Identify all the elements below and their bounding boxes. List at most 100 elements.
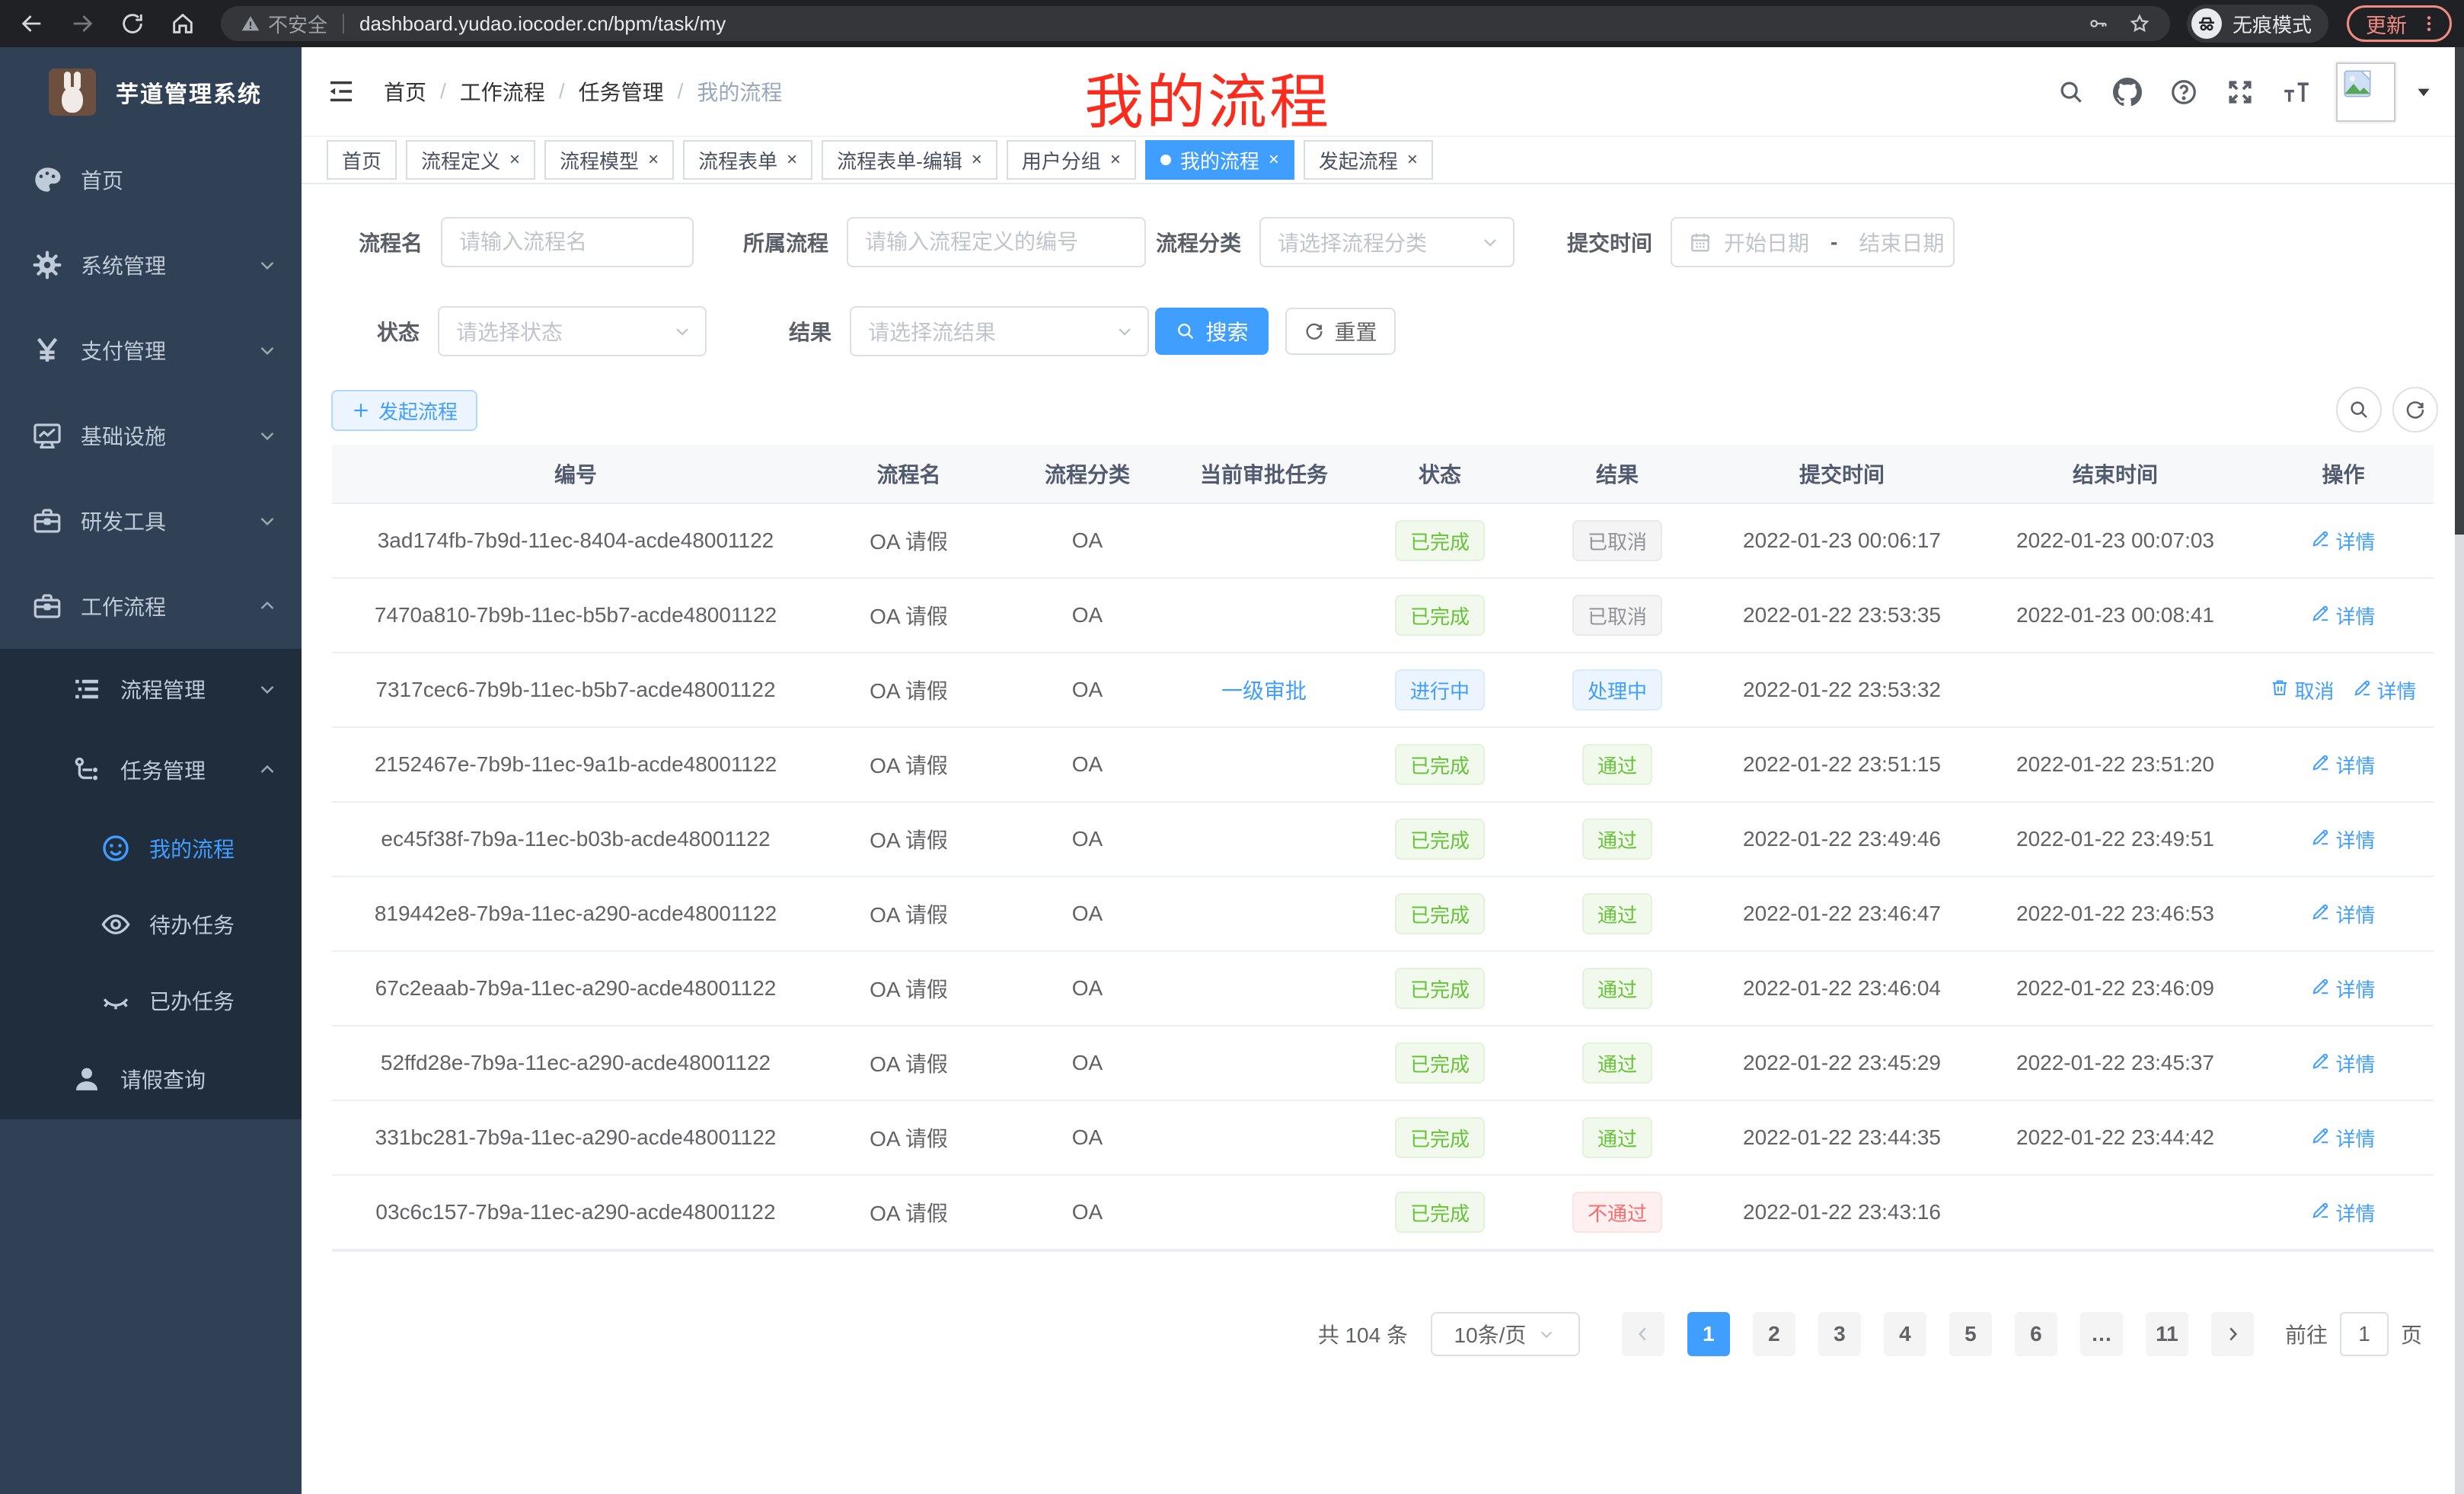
sidebar-item-6[interactable]: 流程管理 bbox=[0, 649, 302, 729]
column-header: 流程分类 bbox=[998, 458, 1176, 489]
close-icon[interactable]: × bbox=[648, 151, 659, 169]
process-input-field[interactable] bbox=[865, 230, 1128, 254]
sidebar-item-8[interactable]: 我的流程 bbox=[0, 810, 302, 886]
result-badge: 已取消 bbox=[1572, 595, 1662, 636]
prev-page-button[interactable] bbox=[1622, 1312, 1664, 1356]
status-select[interactable]: 请选择状态 bbox=[438, 306, 707, 356]
sidebar-item-2[interactable]: 支付管理 bbox=[0, 308, 302, 393]
filter-group-category: 流程分类 请选择流程分类 bbox=[1156, 217, 1514, 267]
tab-发起流程[interactable]: 发起流程 × bbox=[1304, 140, 1433, 180]
tab-流程定义[interactable]: 流程定义× bbox=[406, 140, 535, 180]
sidebar-item-3[interactable]: 基础设施 bbox=[0, 393, 302, 478]
sidebar-toggle-icon[interactable] bbox=[323, 73, 359, 110]
sidebar-item-11[interactable]: 请假查询 bbox=[0, 1039, 302, 1119]
window-scrollbar[interactable] bbox=[2455, 47, 2464, 1494]
font-size-icon[interactable] bbox=[2280, 75, 2313, 109]
url-text[interactable]: dashboard.yudao.iocoder.cn/bpm/task/my bbox=[359, 12, 2088, 36]
sidebar-item-1[interactable]: 系统管理 bbox=[0, 222, 302, 308]
sidebar-item-4[interactable]: 研发工具 bbox=[0, 478, 302, 563]
detail-action[interactable]: 详情 bbox=[2311, 825, 2375, 854]
close-icon[interactable]: × bbox=[1269, 151, 1279, 169]
show-search-toggle-button[interactable] bbox=[2336, 387, 2382, 433]
current-task-link[interactable]: 一级审批 bbox=[1221, 675, 1307, 705]
tab-流程表单-编辑[interactable]: 流程表单-编辑 × bbox=[822, 140, 997, 180]
search-icon[interactable] bbox=[2054, 75, 2088, 109]
tab-label: 发起流程 bbox=[1319, 146, 1398, 174]
tab-用户分组[interactable]: 用户分组× bbox=[1007, 140, 1136, 180]
tab-首页[interactable]: 首页 bbox=[327, 140, 397, 180]
breadcrumb-item[interactable]: 任务管理 bbox=[579, 76, 664, 107]
page-size-select[interactable]: 10条/页 bbox=[1431, 1312, 1580, 1356]
daterange-picker[interactable]: 开始日期 - 结束日期 bbox=[1671, 217, 1955, 267]
breadcrumb-item[interactable]: 首页 bbox=[384, 76, 426, 107]
goto-page-input[interactable] bbox=[2340, 1312, 2389, 1356]
cell-category: OA bbox=[998, 603, 1176, 627]
detail-action[interactable]: 详情 bbox=[2311, 602, 2375, 630]
detail-action[interactable]: 详情 bbox=[2311, 1049, 2375, 1077]
close-icon[interactable]: × bbox=[1110, 151, 1121, 169]
tab-我的流程[interactable]: 我的流程× bbox=[1145, 140, 1294, 180]
page-button-2[interactable]: 2 bbox=[1753, 1312, 1795, 1356]
security-indicator[interactable]: 不安全 bbox=[241, 10, 327, 38]
sidebar-item-7[interactable]: 任务管理 bbox=[0, 729, 302, 810]
page-button-11[interactable]: 11 bbox=[2146, 1312, 2188, 1356]
key-icon[interactable] bbox=[2088, 13, 2109, 34]
caret-down-icon[interactable] bbox=[2414, 82, 2434, 102]
sidebar-item-10[interactable]: 已办任务 bbox=[0, 962, 302, 1039]
logo-image bbox=[49, 69, 96, 116]
help-icon[interactable] bbox=[2167, 75, 2201, 109]
breadcrumb-item[interactable]: 工作流程 bbox=[460, 76, 545, 107]
detail-action[interactable]: 详情 bbox=[2311, 900, 2375, 928]
tab-流程表单[interactable]: 流程表单× bbox=[683, 140, 812, 180]
detail-action[interactable]: 详情 bbox=[2311, 1199, 2375, 1227]
cancel-action[interactable]: 取消 bbox=[2270, 676, 2334, 704]
tab-label: 流程表单-编辑 bbox=[837, 146, 962, 174]
refresh-table-button[interactable] bbox=[2392, 387, 2438, 433]
name-input[interactable] bbox=[441, 217, 694, 267]
detail-action[interactable]: 详情 bbox=[2311, 1124, 2375, 1152]
page-button-6[interactable]: 6 bbox=[2015, 1312, 2057, 1356]
detail-action[interactable]: 详情 bbox=[2311, 527, 2375, 555]
next-page-button[interactable] bbox=[2211, 1312, 2254, 1356]
menu-dots-icon[interactable] bbox=[2419, 14, 2439, 34]
search-button[interactable]: 搜索 bbox=[1155, 308, 1269, 355]
category-select[interactable]: 请选择流程分类 bbox=[1259, 217, 1514, 267]
tab-流程模型[interactable]: 流程模型× bbox=[544, 140, 674, 180]
page-button-4[interactable]: 4 bbox=[1884, 1312, 1926, 1356]
detail-action[interactable]: 详情 bbox=[2353, 676, 2417, 704]
fullscreen-icon[interactable] bbox=[2223, 75, 2257, 109]
page-button-1[interactable]: 1 bbox=[1687, 1312, 1730, 1356]
forward-icon[interactable] bbox=[67, 8, 97, 39]
reload-icon[interactable] bbox=[117, 8, 148, 39]
process-input[interactable] bbox=[847, 217, 1146, 267]
bookmark-star-icon[interactable] bbox=[2129, 13, 2150, 34]
page-button-3[interactable]: 3 bbox=[1818, 1312, 1861, 1356]
close-icon[interactable]: × bbox=[1407, 151, 1418, 169]
github-icon[interactable] bbox=[2111, 75, 2144, 109]
home-icon[interactable] bbox=[168, 8, 198, 39]
close-icon[interactable]: × bbox=[509, 151, 520, 169]
detail-action[interactable]: 详情 bbox=[2311, 751, 2375, 779]
start-date-placeholder[interactable]: 开始日期 bbox=[1724, 227, 1809, 257]
scrollbar-thumb[interactable] bbox=[2455, 47, 2464, 535]
sidebar-item-9[interactable]: 待办任务 bbox=[0, 886, 302, 962]
back-icon[interactable] bbox=[17, 8, 47, 39]
sidebar-item-0[interactable]: 首页 bbox=[0, 137, 302, 222]
process-category: OA bbox=[1072, 902, 1103, 926]
reset-button[interactable]: 重置 bbox=[1285, 308, 1396, 355]
result-select[interactable]: 请选择流结果 bbox=[850, 306, 1149, 356]
result-badge: 通过 bbox=[1582, 968, 1652, 1009]
end-date-placeholder[interactable]: 结束日期 bbox=[1859, 227, 1944, 257]
name-input-field[interactable] bbox=[459, 230, 675, 254]
chevron-down-icon bbox=[256, 424, 279, 447]
sidebar-logo[interactable]: 芋道管理系统 bbox=[0, 47, 302, 137]
address-bar[interactable]: 不安全 dashboard.yudao.iocoder.cn/bpm/task/… bbox=[221, 6, 2170, 41]
detail-action[interactable]: 详情 bbox=[2311, 975, 2375, 1003]
create-process-button[interactable]: 发起流程 bbox=[331, 390, 477, 431]
sidebar-item-5[interactable]: 工作流程 bbox=[0, 563, 302, 649]
page-button-5[interactable]: 5 bbox=[1949, 1312, 1992, 1356]
avatar[interactable] bbox=[2336, 62, 2395, 122]
update-button[interactable]: 更新 bbox=[2347, 5, 2452, 42]
close-icon[interactable]: × bbox=[972, 151, 982, 169]
close-icon[interactable]: × bbox=[787, 151, 797, 169]
